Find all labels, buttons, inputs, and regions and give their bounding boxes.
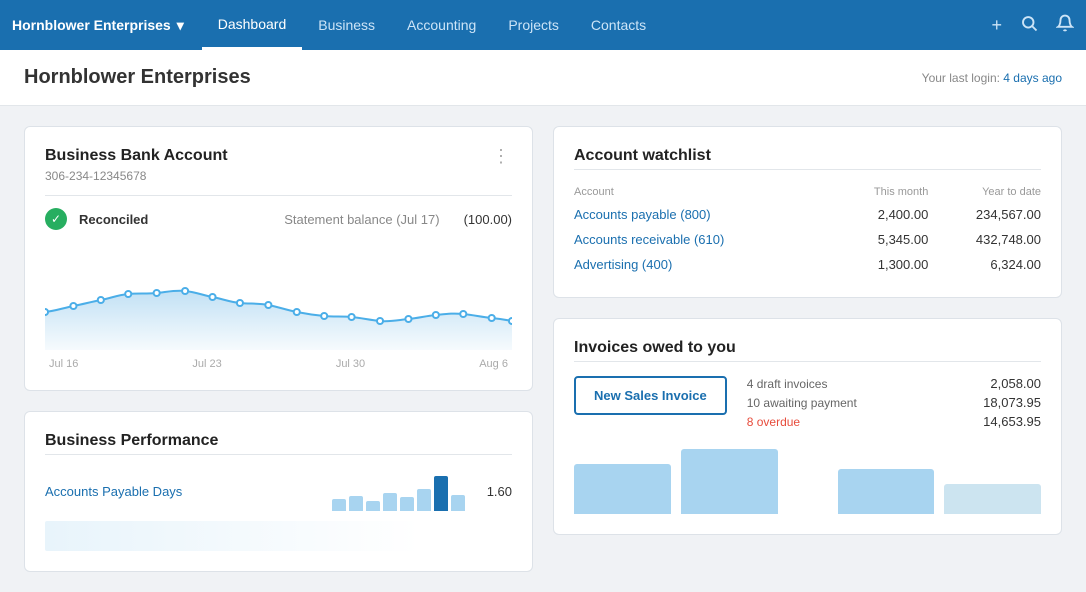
bank-account-card: Business Bank Account 306-234-12345678 ⋮… [24, 126, 533, 391]
perf-bar [366, 501, 380, 511]
invoices-chart [574, 449, 1041, 514]
inv-bar-2 [681, 449, 778, 514]
stat-value-draft: 2,058.00 [990, 376, 1041, 391]
stat-row-awaiting: 10 awaiting payment 18,073.95 [747, 395, 1041, 410]
invoices-card: Invoices owed to you New Sales Invoice 4… [553, 318, 1062, 535]
chart-label-2: Jul 23 [192, 358, 221, 370]
stat-row-draft: 4 draft invoices 2,058.00 [747, 376, 1041, 391]
reconcile-badge: ✓ [45, 208, 67, 230]
stat-label-overdue: 8 overdue [747, 415, 800, 429]
bank-card-title: Business Bank Account [45, 147, 228, 165]
watchlist-row-3: Advertising (400) 1,300.00 6,324.00 [574, 252, 1041, 277]
watchlist-col-this-month: This month [834, 182, 928, 202]
stat-label-draft: 4 draft invoices [747, 377, 828, 391]
bank-card-account-number: 306-234-12345678 [45, 169, 228, 183]
watchlist-month-2: 5,345.00 [834, 227, 928, 252]
watchlist-ytd-3: 6,324.00 [928, 252, 1041, 277]
main-content: Business Bank Account 306-234-12345678 ⋮… [0, 106, 1086, 592]
invoices-title: Invoices owed to you [574, 339, 1041, 357]
watchlist-month-3: 1,300.00 [834, 252, 928, 277]
bank-card-header: Business Bank Account 306-234-12345678 ⋮ [45, 147, 512, 195]
watchlist-divider [574, 169, 1041, 170]
watchlist-ytd-1: 234,567.00 [928, 202, 1041, 227]
nav-dashboard[interactable]: Dashboard [202, 0, 303, 50]
inv-bar-1 [574, 464, 671, 514]
perf-bars-1 [332, 471, 465, 511]
invoices-divider [574, 361, 1041, 362]
invoices-stats: 4 draft invoices 2,058.00 10 awaiting pa… [747, 376, 1041, 433]
last-login-prefix: Your last login: [922, 71, 1004, 85]
watchlist-month-1: 2,400.00 [834, 202, 928, 227]
bank-card-divider [45, 195, 512, 196]
watchlist-card: Account watchlist Account This month Yea… [553, 126, 1062, 298]
stat-label-awaiting: 10 awaiting payment [747, 396, 857, 410]
bell-icon[interactable] [1056, 14, 1074, 37]
watchlist-col-account: Account [574, 182, 834, 202]
brand-chevron: ▾ [177, 17, 184, 34]
chart-label-1: Jul 16 [49, 358, 78, 370]
bank-chart [45, 240, 512, 350]
new-sales-invoice-button[interactable]: New Sales Invoice [574, 376, 727, 415]
chart-labels: Jul 16 Jul 23 Jul 30 Aug 6 [45, 358, 512, 370]
search-icon[interactable] [1020, 14, 1038, 37]
watchlist-row-2: Accounts receivable (610) 5,345.00 432,7… [574, 227, 1041, 252]
watchlist-account-3[interactable]: Advertising (400) [574, 252, 834, 277]
stat-value-overdue: 14,653.95 [983, 414, 1041, 429]
nav-business[interactable]: Business [302, 0, 391, 50]
perf-bar [332, 499, 346, 511]
last-login: Your last login: 4 days ago [922, 71, 1062, 85]
last-login-link[interactable]: 4 days ago [1003, 71, 1062, 85]
perf-row-2 [45, 521, 512, 551]
perf-bar [400, 497, 414, 511]
perf-value-1: 1.60 [477, 484, 512, 499]
inv-bar-3 [838, 469, 935, 514]
inv-bar-4 [944, 484, 1041, 514]
watchlist-col-ytd: Year to date [928, 182, 1041, 202]
watchlist-title: Account watchlist [574, 147, 1041, 165]
statement-balance-label: Statement balance (Jul 17) [284, 212, 439, 227]
perf-bar-accent [434, 476, 448, 511]
chart-label-4: Aug 6 [479, 358, 508, 370]
perf-label-1[interactable]: Accounts Payable Days [45, 484, 320, 499]
brand-name: Hornblower Enterprises [12, 17, 171, 33]
watchlist-ytd-2: 432,748.00 [928, 227, 1041, 252]
bank-menu-button[interactable]: ⋮ [492, 147, 512, 165]
invoices-body: New Sales Invoice 4 draft invoices 2,058… [574, 376, 1041, 433]
watchlist-account-1[interactable]: Accounts payable (800) [574, 202, 834, 227]
nav-accounting[interactable]: Accounting [391, 0, 492, 50]
perf-bar [417, 489, 431, 511]
brand-button[interactable]: Hornblower Enterprises ▾ [12, 17, 184, 34]
chart-label-3: Jul 30 [336, 358, 365, 370]
balance-amount: (100.00) [464, 212, 512, 227]
perf-bar [451, 495, 465, 511]
nav-links: Dashboard Business Accounting Projects C… [202, 0, 992, 50]
performance-title: Business Performance [45, 432, 512, 450]
bank-chart-svg [45, 240, 512, 350]
add-icon[interactable]: + [991, 15, 1002, 36]
reconcile-row: ✓ Reconciled Statement balance (Jul 17) … [45, 208, 512, 230]
performance-divider [45, 454, 512, 455]
navbar: Hornblower Enterprises ▾ Dashboard Busin… [0, 0, 1086, 50]
page-title: Hornblower Enterprises [24, 66, 251, 89]
nav-contacts[interactable]: Contacts [575, 0, 662, 50]
perf-bar [349, 496, 363, 511]
perf-row-1: Accounts Payable Days 1.60 [45, 471, 512, 511]
perf-bar [383, 493, 397, 511]
nav-actions: + [991, 14, 1074, 37]
stat-value-awaiting: 18,073.95 [983, 395, 1041, 410]
watchlist-table: Account This month Year to date Accounts… [574, 182, 1041, 277]
watchlist-row-1: Accounts payable (800) 2,400.00 234,567.… [574, 202, 1041, 227]
business-performance-card: Business Performance Accounts Payable Da… [24, 411, 533, 572]
page-header: Hornblower Enterprises Your last login: … [0, 50, 1086, 106]
stat-row-overdue: 8 overdue 14,653.95 [747, 414, 1041, 429]
nav-projects[interactable]: Projects [492, 0, 575, 50]
reconcile-label: Reconciled [79, 212, 148, 227]
watchlist-account-2[interactable]: Accounts receivable (610) [574, 227, 834, 252]
